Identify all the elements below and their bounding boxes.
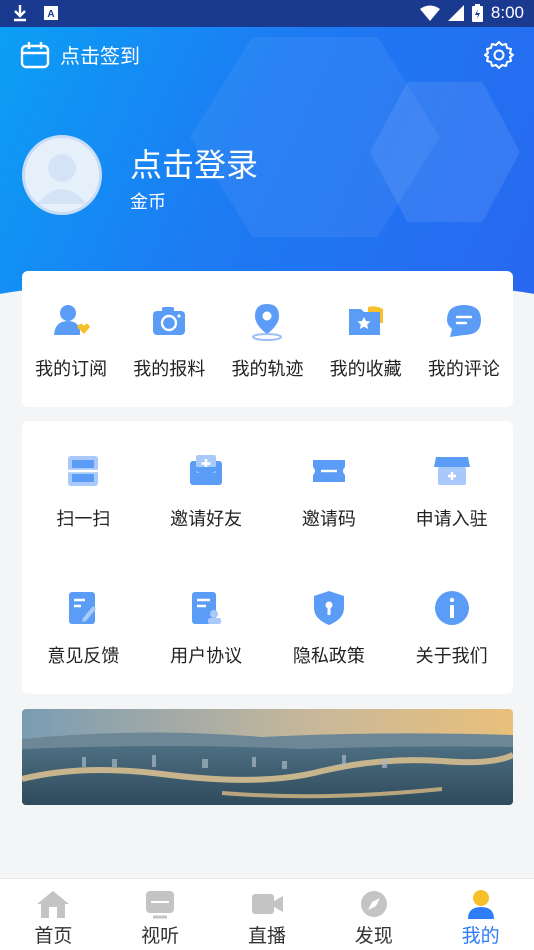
services-card: 扫一扫 邀请好友 邀请码 申请入驻 意见反馈 用户协议 隐私政策 关于我们 (22, 421, 513, 694)
calendar-icon (20, 41, 50, 68)
coins-label: 金币 (130, 192, 166, 213)
download-icon (14, 5, 26, 22)
video-camera-icon (251, 894, 283, 914)
status-bar: A 8:00 (0, 0, 534, 27)
service-about-us[interactable]: 关于我们 (390, 588, 513, 725)
home-icon (37, 891, 70, 918)
settings-gear-icon[interactable] (484, 40, 514, 70)
service-apply-join[interactable]: 申请入驻 (390, 451, 513, 588)
invite-envelope-icon (190, 455, 223, 485)
tv-icon (146, 891, 175, 919)
service-label: 意见反馈 (47, 646, 120, 667)
shield-icon (313, 591, 344, 625)
scan-icon (66, 456, 101, 486)
quick-actions-card: 我的订阅 我的报料 我的轨迹 我的收藏 我的评论 (22, 271, 513, 407)
tab-audiovisual[interactable]: 视听 (107, 879, 213, 950)
quick-action-label: 我的报料 (133, 359, 206, 380)
tab-home[interactable]: 首页 (0, 879, 106, 950)
service-label: 邀请码 (301, 509, 356, 530)
quick-action-subscriptions[interactable]: 我的订阅 (22, 301, 120, 381)
default-avatar-icon (37, 154, 87, 204)
feedback-icon (69, 592, 97, 624)
service-invite-code[interactable]: 邀请码 (268, 451, 391, 588)
service-label: 隐私政策 (292, 646, 365, 667)
tab-discover[interactable]: 发现 (321, 879, 427, 950)
tab-label: 首页 (34, 925, 73, 947)
city-banner-image[interactable] (22, 709, 513, 805)
city-landscape-image (22, 709, 513, 805)
favorites-folder-icon (348, 306, 383, 335)
status-time: 8:00 (490, 3, 524, 22)
checkin-label: 点击签到 (60, 44, 140, 68)
quick-action-reports[interactable]: 我的报料 (120, 301, 218, 381)
user-icon (467, 890, 494, 919)
service-feedback[interactable]: 意见反馈 (22, 588, 145, 725)
svg-text:A: A (47, 9, 54, 20)
service-scan[interactable]: 扫一扫 (22, 451, 145, 588)
service-privacy-policy[interactable]: 隐私政策 (268, 588, 391, 725)
camera-icon (153, 307, 186, 335)
tab-label: 我的 (461, 925, 500, 947)
quick-action-trail[interactable]: 我的轨迹 (218, 301, 316, 381)
service-user-agreement[interactable]: 用户协议 (145, 588, 268, 725)
tab-label: 直播 (247, 925, 286, 947)
store-icon (433, 457, 470, 485)
quick-action-label: 我的订阅 (35, 359, 108, 380)
info-icon (434, 591, 469, 625)
subscribe-icon (54, 305, 91, 335)
quick-action-favorites[interactable]: 我的收藏 (317, 301, 415, 381)
bottom-tab-bar: 首页 视听 直播 发现 我的 (0, 878, 534, 950)
service-label: 用户协议 (170, 646, 243, 667)
service-label: 关于我们 (415, 646, 488, 667)
compass-icon (360, 891, 387, 917)
signal-icon (447, 5, 464, 21)
tab-label: 视听 (141, 925, 180, 947)
tab-mine[interactable]: 我的 (428, 879, 534, 950)
avatar[interactable] (22, 135, 102, 215)
service-label: 邀请好友 (170, 509, 243, 530)
wifi-icon (419, 5, 440, 21)
tab-label: 发现 (354, 925, 393, 947)
login-title[interactable]: 点击登录 (130, 140, 258, 186)
comment-bubble-icon (446, 305, 481, 337)
app-notification-icon: A (44, 6, 58, 20)
service-label: 扫一扫 (56, 509, 111, 530)
quick-action-label: 我的轨迹 (231, 359, 304, 380)
quick-action-comments[interactable]: 我的评论 (415, 301, 513, 381)
checkin-button[interactable]: 点击签到 (20, 40, 140, 69)
service-label: 申请入驻 (415, 509, 488, 530)
quick-action-label: 我的评论 (427, 359, 500, 380)
quick-action-label: 我的收藏 (329, 359, 402, 380)
battery-icon (471, 4, 483, 22)
agreement-icon (192, 592, 222, 624)
tab-live[interactable]: 直播 (214, 879, 320, 950)
location-pin-icon (252, 304, 283, 341)
ticket-icon (312, 460, 345, 482)
service-invite-friends[interactable]: 邀请好友 (145, 451, 268, 588)
